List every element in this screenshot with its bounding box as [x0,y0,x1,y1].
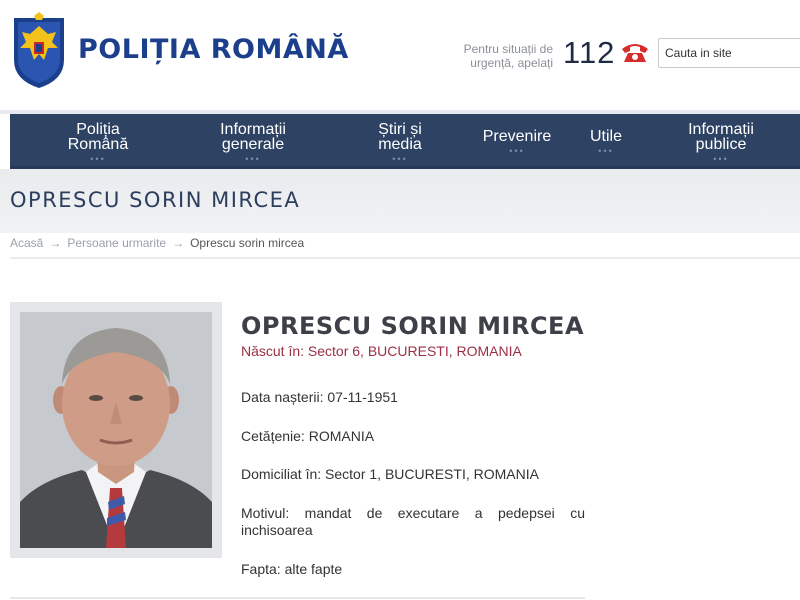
nav-item-label: Utile [589,128,622,145]
page-title: OPRESCU SORIN MIRCEA [10,188,301,212]
main-nav: Poliția Română ••• Informații generale •… [10,114,800,169]
nav-item-politia-romana[interactable]: Poliția Română ••• [55,114,141,169]
site-title[interactable]: POLIȚIA ROMÂNĂ [78,34,349,65]
breadcrumb-wanted-persons-link[interactable]: Persoane urmarite [67,236,166,250]
breadcrumb-arrow-icon: → [49,236,62,250]
birthplace: Născut în: Sector 6, BUCURESTI, ROMANIA [241,343,522,359]
person-photo [20,312,212,548]
person-name: OPRESCU SORIN MIRCEA [241,312,585,340]
nav-dots: ••• [509,146,525,156]
breadcrumb-arrow-icon: → [172,236,185,250]
residence: Domiciliat în: Sector 1, BUCURESTI, ROMA… [241,466,539,482]
birth-date: Data nașterii: 07-11-1951 [241,389,398,405]
nav-dots: ••• [392,153,408,164]
nav-item-utile[interactable]: Utile ••• [575,114,637,169]
search-input[interactable] [658,38,800,68]
breadcrumb: Acasă → Persoane urmarite → Oprescu sorin mi… [10,236,304,250]
offense: Fapta: alte fapte [241,561,343,577]
nav-dots: ••• [245,153,261,164]
phone-icon [622,44,648,62]
breadcrumb-home-link[interactable]: Acasă [10,236,43,250]
nav-item-label: Informații generale [220,120,286,153]
reason: Motivul: mandat de executare a pedepsei … [241,505,585,538]
nav-item-stiri-si-media[interactable]: Știri și media ••• [358,114,442,169]
nav-item-label: Informații publice [688,120,754,153]
nav-dots: ••• [90,153,106,164]
nav-item-prevenire[interactable]: Prevenire ••• [472,114,562,169]
nav-item-label: Prevenire [482,128,552,145]
nav-item-informatii-generale[interactable]: Informații generale ••• [203,114,303,169]
content-divider [10,597,585,599]
page-title-band: OPRESCU SORIN MIRCEA [0,169,800,233]
nav-dots: ••• [598,146,614,156]
breadcrumb-divider [10,257,800,259]
emergency-number: 112 [563,35,616,70]
nav-item-label: Poliția Română [67,120,129,153]
nav-item-label: Știri și media [378,120,422,153]
emergency-text: Pentru situații de urgență, apelați [463,42,553,70]
citizenship: Cetățenie: ROMANIA [241,428,375,444]
site-header: POLIȚIA ROMÂNĂ Pentru situații de urgenț… [0,0,800,108]
nav-dots: ••• [713,153,729,164]
breadcrumb-current: Oprescu sorin mircea [190,236,305,250]
coat-of-arms-logo[interactable] [10,12,68,90]
nav-item-informatii-publice[interactable]: Informații publice ••• [674,114,768,169]
